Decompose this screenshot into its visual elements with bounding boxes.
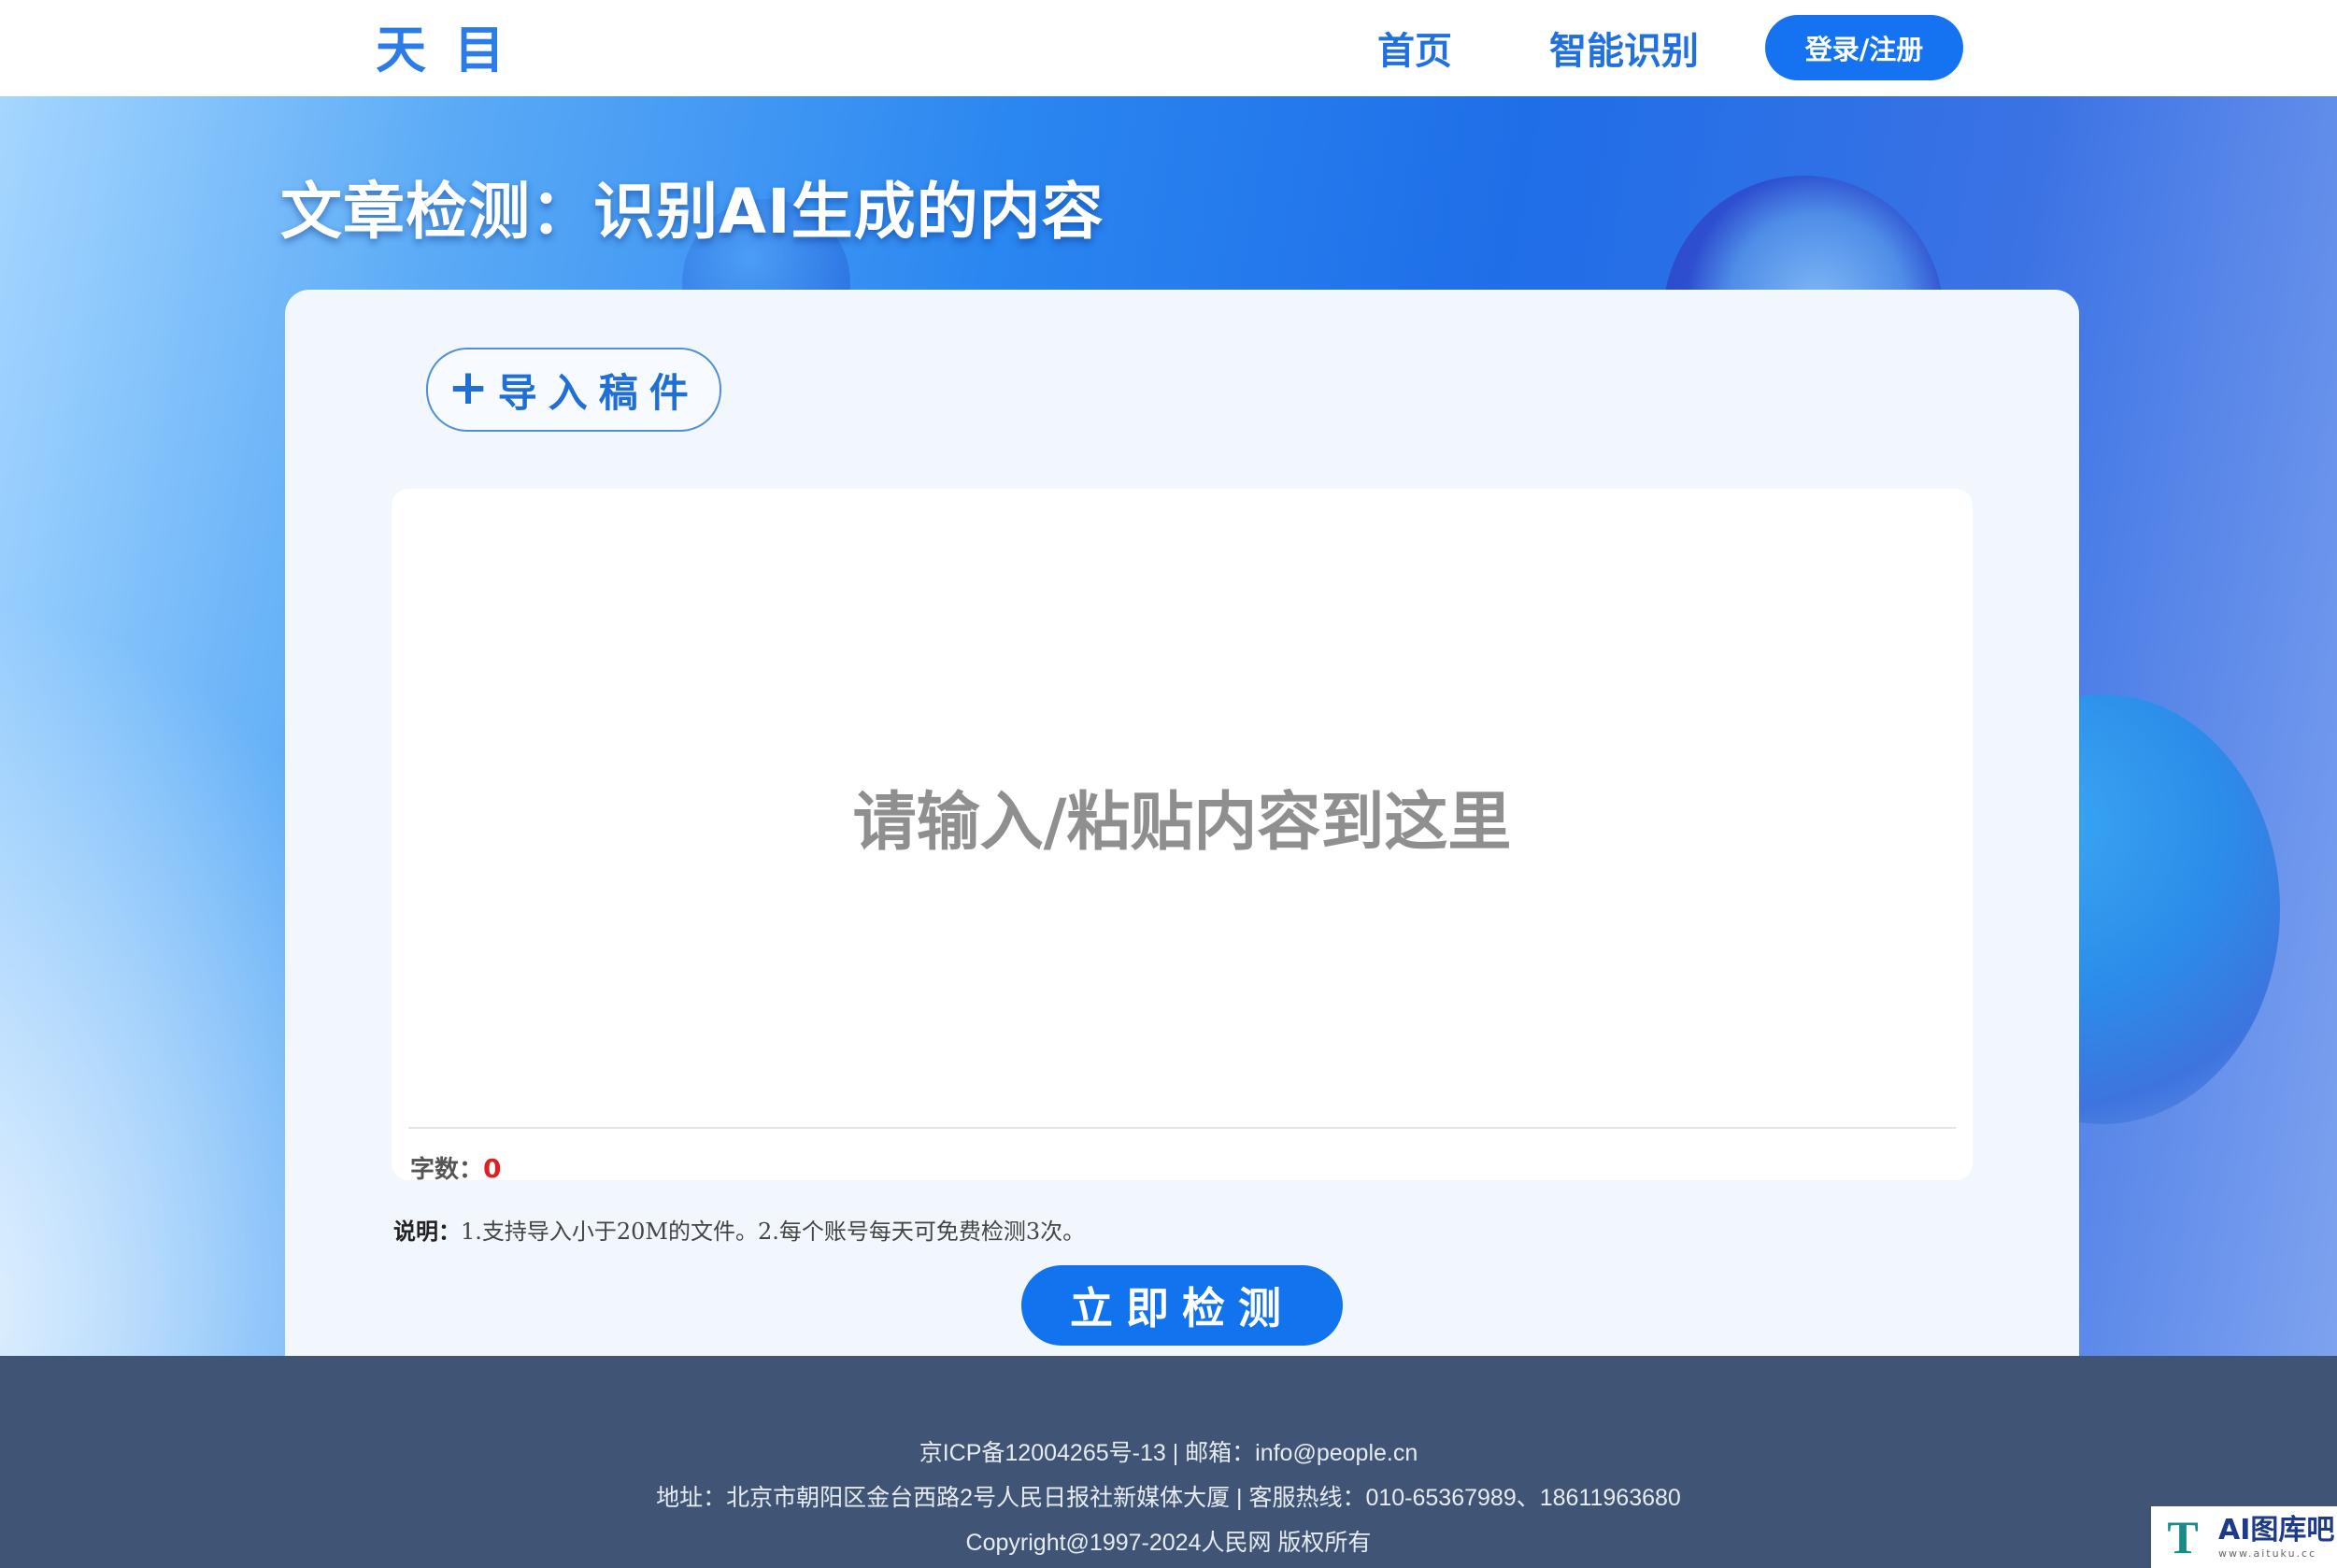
- import-manuscript-button[interactable]: + 导入稿件: [426, 348, 721, 432]
- word-count-label: 字数：: [410, 1156, 484, 1184]
- detect-now-button[interactable]: 立即检测: [1021, 1265, 1343, 1346]
- editor-divider: [408, 1127, 1956, 1129]
- watermark-url: www.aituku.cc: [2218, 1547, 2317, 1560]
- hero-section: 文章检测：识别AI生成的内容 + 导入稿件 请输入/粘贴内容到这里 字数：0 说…: [0, 96, 2337, 1356]
- logo-char-right: 目: [454, 20, 508, 79]
- word-count: 字数：0: [410, 1150, 502, 1185]
- notes-label: 说明：: [393, 1218, 461, 1245]
- usage-notes: 说明：1.支持导入小于20M的文件。2.每个账号每天可免费检测3次。: [393, 1213, 1085, 1246]
- plus-icon: +: [448, 360, 489, 416]
- watermark-logo-icon: T: [2167, 1511, 2199, 1563]
- nav-smart-recognition-link[interactable]: 智能识别: [1549, 21, 1699, 75]
- site-logo[interactable]: 天 目: [376, 17, 508, 79]
- text-editor-area: 请输入/粘贴内容到这里 字数：0: [392, 489, 1973, 1184]
- logo-char-left: 天: [376, 20, 430, 79]
- footer-icp-email: 京ICP备12004265号-13 | 邮箱：info@people.cn: [919, 1440, 1418, 1466]
- top-header: 天 目 首页 智能识别 登录/注册: [0, 0, 2337, 96]
- login-register-button[interactable]: 登录/注册: [1765, 15, 1963, 80]
- watermark-title: AI图库吧: [2218, 1513, 2335, 1547]
- nav-home-link[interactable]: 首页: [1377, 21, 1452, 75]
- page-title: 文章检测：识别AI生成的内容: [280, 176, 1104, 248]
- content-textarea[interactable]: [392, 504, 1973, 1127]
- detection-card: + 导入稿件 请输入/粘贴内容到这里 字数：0 说明：1.支持导入小于20M的文…: [285, 290, 2079, 1356]
- import-button-label: 导入稿件: [497, 369, 700, 416]
- notes-text: 1.支持导入小于20M的文件。2.每个账号每天可免费检测3次。: [461, 1219, 1086, 1245]
- watermark-badge: T AI图库吧 www.aituku.cc: [2151, 1506, 2337, 1568]
- footer-address-hotline: 地址：北京市朝阳区金台西路2号人民日报社新媒体大厦 | 客服热线：010-653…: [656, 1485, 1681, 1511]
- word-count-value: 0: [483, 1153, 502, 1184]
- site-footer: 京ICP备12004265号-13 | 邮箱：info@people.cn 地址…: [0, 1356, 2337, 1568]
- footer-copyright: Copyright@1997-2024人民网 版权所有: [965, 1530, 1372, 1556]
